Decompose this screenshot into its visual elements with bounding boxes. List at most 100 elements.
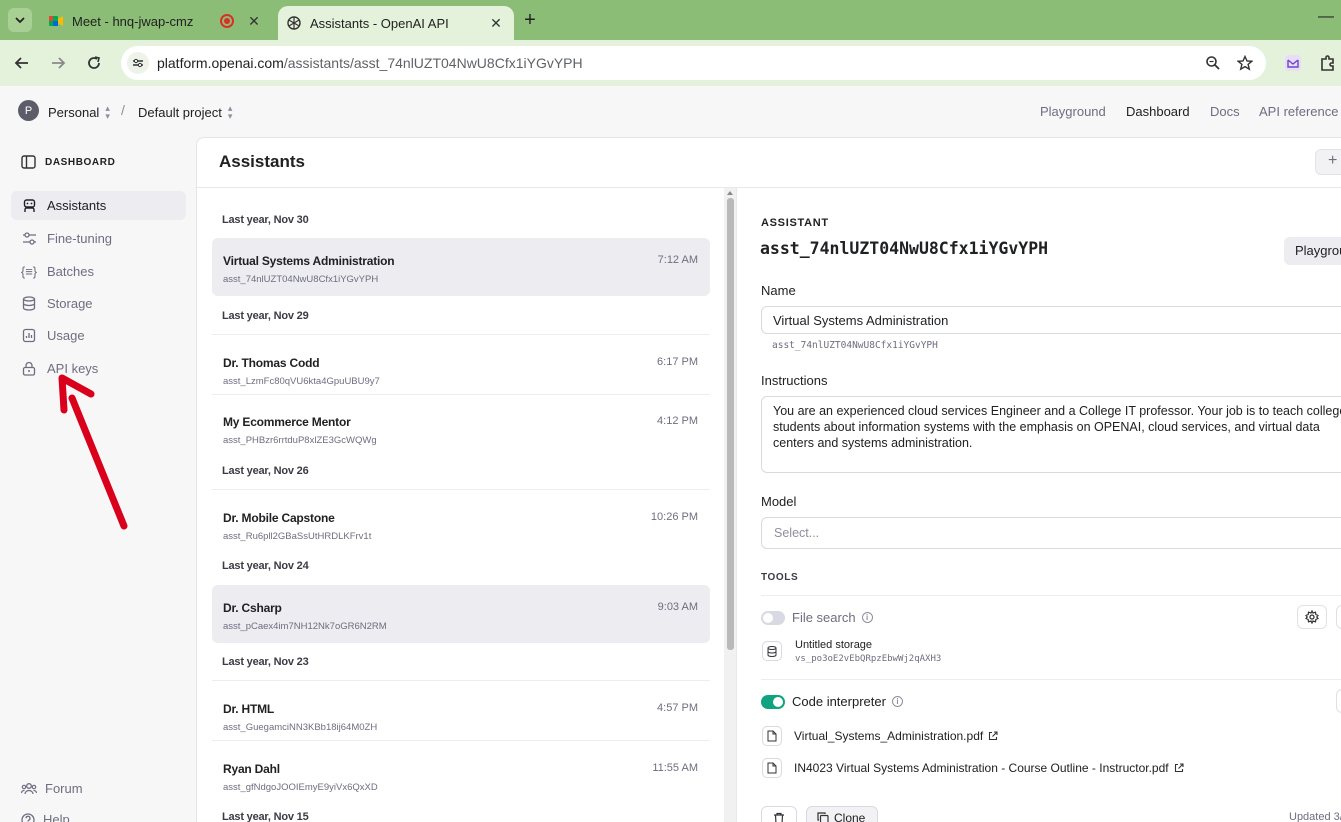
tab-search-button[interactable] [8, 8, 32, 32]
list-item[interactable]: My Ecommerce Mentor 4:12 PM asst_PHBzr6r… [212, 399, 710, 457]
url-text[interactable]: platform.openai.com/assistants/asst_74nl… [157, 55, 1202, 71]
assistant-name: Dr. Mobile Capstone [223, 511, 335, 525]
reload-button[interactable] [82, 51, 106, 75]
sidebar-item-batches[interactable]: {≡} Batches [11, 257, 186, 286]
sidebar-item-storage[interactable]: Storage [11, 289, 186, 318]
minimize-window-button[interactable]: — [1316, 8, 1336, 30]
nav-playground[interactable]: Playground [1040, 104, 1106, 119]
sidebar-item-fine-tuning[interactable]: Fine-tuning [11, 224, 186, 253]
lock-icon [21, 361, 37, 377]
tab-meet[interactable]: Meet - hnq-jwap-cmz ✕ [40, 6, 272, 36]
sidebar-item-label: Usage [47, 328, 85, 343]
bookmark-star-icon[interactable] [1234, 52, 1256, 74]
tab-label: Meet - hnq-jwap-cmz [72, 13, 194, 29]
list-scrollbar-thumb[interactable] [727, 198, 734, 650]
assistant-name: Dr. Thomas Codd [223, 356, 320, 370]
back-button[interactable] [10, 51, 34, 75]
arrow-left-icon [14, 57, 28, 69]
model-select[interactable]: Select... [761, 517, 1341, 549]
list-item[interactable]: Dr. Csharp 9:03 AM asst_pCaex4im7NH12Nk7… [212, 585, 710, 643]
braces-icon: {≡} [20, 264, 38, 279]
external-link-icon [989, 731, 998, 741]
extension-mail-icon[interactable] [1281, 51, 1305, 75]
project-switcher[interactable]: Default project ▴ ▾ [138, 104, 232, 121]
vector-store-name[interactable]: Untitled storage [795, 639, 872, 651]
list-item[interactable]: Dr. HTML 4:57 PM asst_GuegamciNN3KBb18ij… [212, 686, 710, 744]
info-icon[interactable]: i [861, 612, 873, 623]
tools-divider [761, 679, 1341, 680]
name-label: Name [761, 283, 796, 298]
sliders-icon [21, 231, 37, 247]
nav-api-reference[interactable]: API reference [1259, 104, 1339, 119]
assistants-list[interactable]: Last year, Nov 30 Virtual Systems Admini… [197, 188, 724, 822]
file-icon [762, 758, 782, 778]
nav-docs[interactable]: Docs [1210, 104, 1240, 119]
assistant-id: asst_pCaex4im7NH12Nk7oGR6N2RM [223, 621, 387, 632]
file-search-toggle[interactable] [761, 611, 785, 625]
url-path: /assistants/asst_74nlUZT04NwU8Cfx1iYGvYP… [283, 55, 583, 71]
name-sub-id: asst_74nlUZT04NwU8Cfx1iYGvYPH [772, 340, 938, 351]
delete-assistant-button[interactable] [761, 806, 797, 822]
row-divider [212, 740, 710, 741]
list-item[interactable]: Dr. Mobile Capstone 10:26 PM asst_Ru6pll… [212, 495, 710, 553]
sidebar-item-usage[interactable]: Usage [11, 321, 186, 350]
zoom-icon[interactable] [1202, 52, 1224, 74]
assistant-time: 9:03 AM [657, 601, 698, 613]
vector-store-id: vs_po3oE2vEbQRpzEbwWj2qAXH3 [795, 654, 942, 664]
copy-icon [817, 812, 829, 822]
org-switcher[interactable]: Personal ▴ ▾ [48, 103, 110, 121]
close-icon[interactable]: ✕ [244, 13, 264, 30]
new-tab-button[interactable]: + [520, 9, 540, 31]
sidebar-forum-link[interactable]: Forum [21, 781, 83, 796]
sidebar-toggle-icon[interactable] [21, 155, 36, 169]
sidebar-help-link[interactable]: Help [21, 812, 70, 822]
group-label: Last year, Nov 26 [222, 465, 309, 477]
create-assistant-button[interactable]: + [1315, 149, 1341, 175]
code-interpreter-add-button[interactable] [1336, 689, 1341, 713]
row-divider [212, 489, 710, 490]
open-playground-button[interactable]: Playground [1284, 237, 1341, 265]
forward-button[interactable] [46, 51, 70, 75]
reload-icon [88, 56, 100, 69]
row-divider [212, 680, 710, 681]
list-item[interactable]: Ryan Dahl 11:55 AM asst_gfNdgoJOOIEmyE9y… [212, 746, 710, 804]
clone-assistant-button[interactable]: Clone [806, 806, 878, 822]
assistant-name: Dr. HTML [223, 702, 275, 716]
code-interpreter-title: Code interpreter i [792, 694, 903, 709]
external-link-icon [1174, 763, 1184, 773]
name-input[interactable]: Virtual Systems Administration [761, 306, 1341, 334]
file-icon [762, 726, 782, 746]
code-interpreter-label: Code interpreter [792, 694, 886, 709]
code-interpreter-toggle[interactable] [761, 695, 785, 709]
assistant-time: 6:17 PM [657, 356, 698, 368]
group-label: Last year, Nov 30 [222, 214, 309, 226]
updown-chevron-icon: ▴ ▾ [105, 103, 110, 121]
group-label: Last year, Nov 24 [222, 560, 309, 572]
nav-dashboard[interactable]: Dashboard [1126, 104, 1190, 119]
file-search-add-button[interactable] [1336, 605, 1341, 629]
assistant-id-heading: asst_74nlUZT04NwU8Cfx1iYGvYPH [760, 239, 1049, 258]
sidebar-item-assistants[interactable]: Assistants [11, 191, 186, 220]
meet-favicon-icon [49, 16, 63, 26]
instructions-textarea[interactable]: You are an experienced cloud services En… [761, 396, 1341, 473]
clone-label: Clone [834, 811, 866, 822]
omnibox[interactable]: platform.openai.com/assistants/asst_74nl… [121, 46, 1266, 80]
tab-assistants[interactable]: Assistants - OpenAI API ✕ [278, 6, 514, 40]
scroll-up-icon[interactable] [727, 191, 733, 195]
info-icon[interactable]: i [891, 696, 903, 707]
org-avatar[interactable]: P [18, 100, 39, 121]
tools-divider [761, 595, 1341, 596]
list-item[interactable]: Dr. Thomas Codd 6:17 PM asst_LzmFc80qVU6… [212, 340, 710, 398]
file-search-settings-button[interactable] [1297, 605, 1327, 629]
attached-file[interactable]: IN4023 Virtual Systems Administration - … [794, 761, 1184, 775]
recording-icon [220, 14, 234, 28]
close-icon[interactable]: ✕ [486, 15, 506, 32]
extensions-puzzle-icon[interactable] [1316, 51, 1340, 75]
attached-file[interactable]: Virtual_Systems_Administration.pdf [794, 729, 998, 743]
site-settings-icon[interactable] [127, 52, 149, 74]
group-label: Last year, Nov 15 [222, 811, 309, 822]
file-search-title: File search i [792, 610, 873, 625]
list-item[interactable]: Virtual Systems Administration 7:12 AM a… [212, 238, 710, 296]
project-name: Default project [138, 104, 222, 120]
group-label: Last year, Nov 23 [222, 656, 309, 668]
